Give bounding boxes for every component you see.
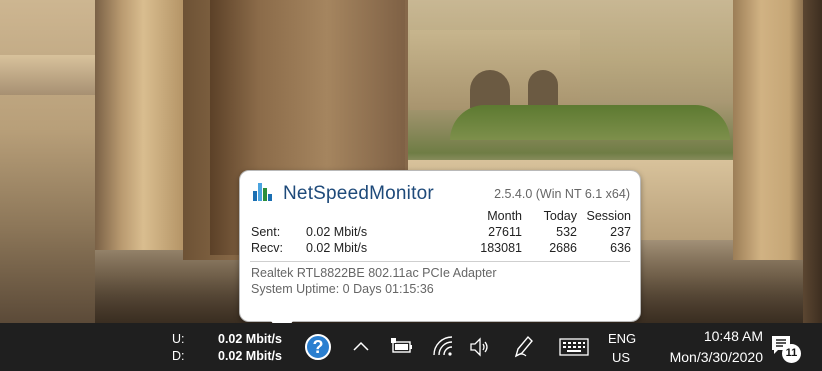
clock-date[interactable]: Mon/3/30/2020 bbox=[670, 349, 763, 365]
system-uptime: System Uptime: 0 Days 01:15:36 bbox=[251, 282, 434, 296]
divider bbox=[250, 261, 630, 262]
logo-bar bbox=[253, 191, 257, 201]
netspeedmonitor-tooltip: NetSpeedMonitor 2.5.4.0 (Win NT 6.1 x64)… bbox=[239, 170, 641, 322]
recv-label: Recv: bbox=[251, 241, 283, 255]
clock-time[interactable]: 10:48 AM bbox=[704, 328, 763, 344]
column-header-today: Today bbox=[543, 209, 577, 223]
sent-today: 532 bbox=[556, 225, 577, 239]
download-speed[interactable]: 0.02 Mbit/s bbox=[218, 349, 282, 363]
sent-month: 27611 bbox=[488, 225, 522, 239]
pen-icon[interactable] bbox=[512, 334, 536, 360]
language-code[interactable]: ENG bbox=[608, 331, 636, 346]
column-header-session: Session bbox=[586, 209, 631, 223]
recv-speed: 0.02 Mbit/s bbox=[306, 241, 368, 255]
recv-today: 2686 bbox=[549, 241, 577, 255]
wifi-icon[interactable] bbox=[431, 335, 453, 359]
keyboard-icon[interactable] bbox=[559, 337, 589, 357]
netspeedmonitor-logo-icon bbox=[253, 183, 272, 201]
volume-icon[interactable] bbox=[468, 335, 492, 359]
recv-session: 636 bbox=[610, 241, 631, 255]
logo-bar bbox=[263, 188, 267, 201]
logo-bar bbox=[258, 183, 262, 201]
help-icon[interactable]: ? bbox=[305, 334, 331, 360]
battery-icon[interactable] bbox=[390, 337, 414, 357]
logo-bar bbox=[268, 194, 272, 201]
download-label: D: bbox=[172, 349, 185, 363]
network-adapter-name: Realtek RTL8822BE 802.11ac PCIe Adapter bbox=[251, 266, 497, 280]
column-header-month: Month bbox=[487, 209, 522, 223]
language-region[interactable]: US bbox=[612, 350, 630, 365]
chevron-up-icon[interactable] bbox=[350, 335, 372, 357]
upload-speed[interactable]: 0.02 Mbit/s bbox=[218, 332, 282, 346]
app-title: NetSpeedMonitor bbox=[283, 183, 434, 204]
app-version: 2.5.4.0 (Win NT 6.1 x64) bbox=[494, 187, 630, 201]
recv-month: 183081 bbox=[480, 241, 522, 255]
notification-count-badge: 11 bbox=[782, 344, 801, 363]
taskbar: U: D: 0.02 Mbit/s 0.02 Mbit/s ? ENG US 1… bbox=[0, 323, 822, 371]
upload-label: U: bbox=[172, 332, 185, 346]
sent-speed: 0.02 Mbit/s bbox=[306, 225, 368, 239]
sent-label: Sent: bbox=[251, 225, 281, 239]
sent-session: 237 bbox=[610, 225, 631, 239]
